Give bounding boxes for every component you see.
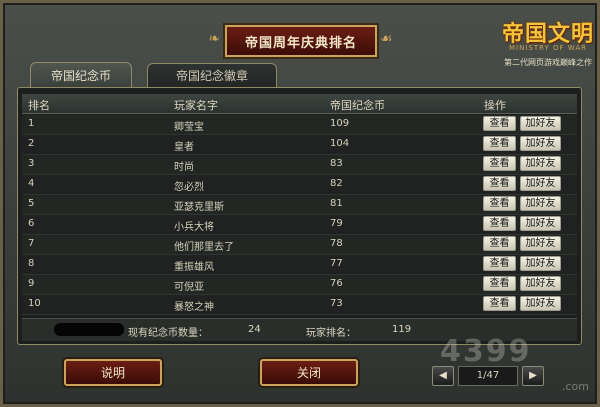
coins-label: 现有纪念币数量： (128, 328, 208, 339)
view-button[interactable]: 查看 (483, 196, 516, 211)
add-friend-button[interactable]: 加好友 (520, 276, 561, 291)
title-ornament-left-icon: ❧ (208, 31, 220, 47)
cell-coins: 77 (330, 258, 343, 269)
cell-player-name: 他们那里去了 (174, 242, 234, 253)
next-page-icon[interactable]: ▶ (522, 366, 544, 386)
tab-label: 帝国纪念币 (50, 69, 111, 83)
cell-coins: 78 (330, 238, 343, 249)
table-row: 3 时尚 83 查看 加好友 (22, 155, 577, 175)
page-indicator: 1/47 (458, 366, 518, 386)
view-button[interactable]: 查看 (483, 256, 516, 271)
title-ornament-right-icon: ☙ (380, 31, 393, 47)
table-row: 6 小兵大将 79 查看 加好友 (22, 215, 577, 235)
table-row: 10 暴怒之神 73 查看 加好友 (22, 295, 577, 315)
rank-value: 119 (392, 324, 412, 335)
cell-player-name: 亚瑟克里斯 (174, 202, 224, 213)
game-logo: 帝国文明 MINISTRY OF WAR 第二代网页游戏巅峰之作 (500, 16, 596, 76)
cell-coins: 79 (330, 218, 343, 229)
prev-page-icon[interactable]: ◀ (432, 366, 454, 386)
cell-rank: 10 (28, 298, 41, 309)
cell-player-name: 卿莹宝 (174, 122, 204, 133)
rank-label: 玩家排名： (306, 328, 356, 339)
table-row: 5 亚瑟克里斯 81 查看 加好友 (22, 195, 577, 215)
cell-coins: 109 (330, 118, 350, 129)
view-button[interactable]: 查看 (483, 236, 516, 251)
add-friend-button[interactable]: 加好友 (520, 176, 561, 191)
logo-subtitle: MINISTRY OF WAR (509, 44, 587, 52)
add-friend-button[interactable]: 加好友 (520, 156, 561, 171)
cell-rank: 3 (28, 158, 35, 169)
add-friend-button[interactable]: 加好友 (520, 216, 561, 231)
cell-rank: 2 (28, 138, 35, 149)
cell-coins: 76 (330, 278, 343, 289)
header-coins: 帝国纪念币 (330, 99, 385, 112)
cell-rank: 8 (28, 258, 35, 269)
cell-coins: 81 (330, 198, 343, 209)
table-row: 9 可倪亚 76 查看 加好友 (22, 275, 577, 295)
cell-player-name: 时尚 (174, 162, 194, 173)
close-button-label: 关闭 (296, 366, 321, 380)
tab-label: 帝国纪念徽章 (175, 69, 248, 83)
add-friend-button[interactable]: 加好友 (520, 136, 561, 151)
cell-rank: 9 (28, 278, 35, 289)
view-button[interactable]: 查看 (483, 156, 516, 171)
cell-player-name: 暴怒之神 (174, 302, 214, 313)
cell-coins: 104 (330, 138, 350, 149)
cell-rank: 4 (28, 178, 35, 189)
cell-coins: 73 (330, 298, 343, 309)
ranking-panel: 排名 玩家名字 帝国纪念币 操作 1 卿莹宝 109 查看 加好友 2 皇者 104 查看 加好友… (17, 87, 582, 345)
view-button[interactable]: 查看 (483, 276, 516, 291)
tab-commemorative-badge[interactable]: 帝国纪念徽章 (147, 63, 277, 87)
cell-rank: 7 (28, 238, 35, 249)
watermark-domain: .com (562, 380, 589, 393)
view-button[interactable]: 查看 (483, 176, 516, 191)
help-button-label: 说明 (100, 366, 125, 380)
help-button[interactable]: 说明 (64, 359, 162, 386)
header-player-name: 玩家名字 (174, 99, 218, 112)
header-rank: 排名 (28, 99, 50, 112)
coins-value: 24 (248, 324, 261, 335)
table-row: 4 忽必烈 82 查看 加好友 (22, 175, 577, 195)
add-friend-button[interactable]: 加好友 (520, 256, 561, 271)
cell-rank: 1 (28, 118, 35, 129)
view-button[interactable]: 查看 (483, 136, 516, 151)
cell-rank: 6 (28, 218, 35, 229)
view-button[interactable]: 查看 (483, 296, 516, 311)
view-button[interactable]: 查看 (483, 216, 516, 231)
tab-commemorative-coin[interactable]: 帝国纪念币 (30, 62, 132, 88)
table-row: 1 卿莹宝 109 查看 加好友 (22, 115, 577, 135)
table-row: 8 重振雄风 77 查看 加好友 (22, 255, 577, 275)
watermark: 4399 (440, 334, 532, 369)
cell-player-name: 皇者 (174, 142, 194, 153)
logo-tagline: 第二代网页游戏巅峰之作 (504, 58, 592, 67)
cell-rank: 5 (28, 198, 35, 209)
cell-player-name: 小兵大将 (174, 222, 214, 233)
add-friend-button[interactable]: 加好友 (520, 296, 561, 311)
redacted-player-name (54, 323, 124, 336)
add-friend-button[interactable]: 加好友 (520, 196, 561, 211)
cell-player-name: 可倪亚 (174, 282, 204, 293)
add-friend-button[interactable]: 加好友 (520, 236, 561, 251)
window-title: 帝国周年庆典排名 (225, 25, 377, 57)
cell-coins: 83 (330, 158, 343, 169)
table-row: 2 皇者 104 查看 加好友 (22, 135, 577, 155)
table-header: 排名 玩家名字 帝国纪念币 操作 (22, 94, 577, 114)
cell-player-name: 忽必烈 (174, 182, 204, 193)
window-title-text: 帝国周年庆典排名 (244, 35, 357, 51)
close-button[interactable]: 关闭 (260, 359, 358, 386)
add-friend-button[interactable]: 加好友 (520, 116, 561, 131)
view-button[interactable]: 查看 (483, 116, 516, 131)
header-actions: 操作 (484, 99, 506, 112)
table-row: 7 他们那里去了 78 查看 加好友 (22, 235, 577, 255)
cell-player-name: 重振雄风 (174, 262, 214, 273)
cell-coins: 82 (330, 178, 343, 189)
